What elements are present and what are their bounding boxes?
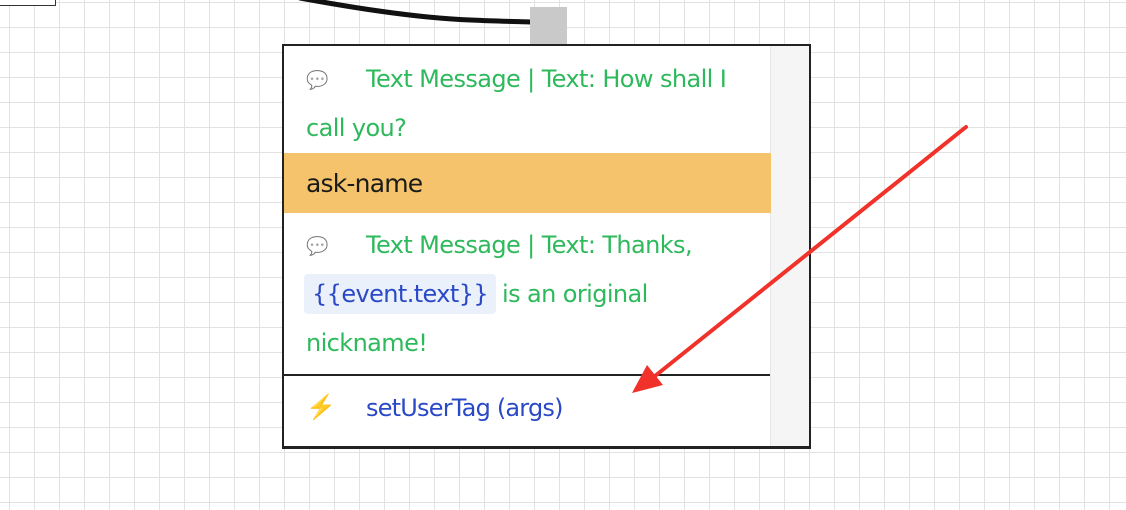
message-text-before: Text Message | Text: Thanks, (366, 231, 693, 259)
message-text: Text Message | Text: How shall I call yo… (306, 65, 727, 142)
node-input-handle[interactable] (530, 7, 567, 45)
previous-node[interactable] (0, 0, 56, 6)
action-text: setUserTag (args) (366, 393, 563, 422)
lightning-bolt-icon: ⚡ (306, 394, 336, 421)
speech-bubble-icon: 💬 (306, 70, 328, 91)
variable-chip[interactable]: {{event.text}} (304, 274, 497, 314)
text-message-block[interactable]: 💬 Text Message | Text: How shall I call y… (284, 46, 809, 153)
flow-node-ask-name[interactable]: 💬 Text Message | Text: How shall I call y… (282, 44, 811, 449)
speech-bubble-icon: 💬 (306, 236, 328, 257)
action-row[interactable]: ⚡ setUserTag (args) (284, 376, 809, 439)
text-message-block[interactable]: 💬 Text Message | Text: Thanks, {{event.te… (284, 213, 809, 368)
node-label-bar[interactable]: ask-name (284, 153, 771, 213)
node-label: ask-name (306, 168, 423, 198)
